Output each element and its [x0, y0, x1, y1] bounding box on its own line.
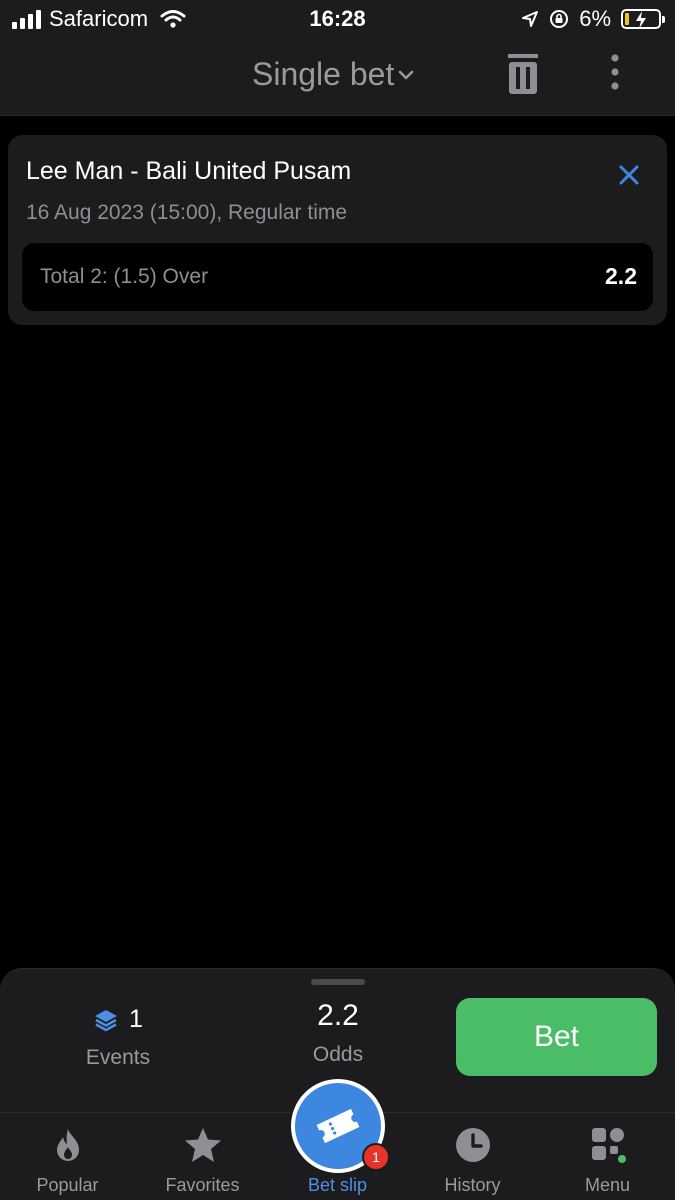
- carrier-name: Safaricom: [49, 6, 149, 31]
- star-icon: [184, 1128, 221, 1162]
- bet-type-selector[interactable]: Single bet: [252, 56, 414, 93]
- total-odds-value: 2.2: [317, 999, 359, 1032]
- tab-label: History: [444, 1175, 501, 1195]
- bottom-tab-bar: Popular Favorites Bet slip 1 History Men…: [0, 1079, 675, 1200]
- status-right: 6%: [521, 6, 665, 32]
- notification-dot: [616, 1153, 628, 1165]
- tab-menu[interactable]: Menu: [540, 1113, 675, 1200]
- tab-label: Bet slip: [307, 1175, 368, 1195]
- odds-label: Odds: [312, 1043, 364, 1066]
- battery-fill: [625, 13, 629, 25]
- battery-icon: [621, 9, 665, 29]
- battery-percent: 6%: [579, 6, 611, 31]
- fire-icon: [56, 1129, 79, 1161]
- rotation-lock-icon: [550, 10, 569, 28]
- chevron-down-icon: [399, 70, 414, 79]
- drag-handle[interactable]: [311, 979, 365, 985]
- charging-bolt-icon: [636, 11, 646, 29]
- layers-icon: [95, 1009, 118, 1031]
- market-name: Total 2: (1.5) Over: [40, 265, 209, 288]
- status-left: Safaricom: [12, 6, 186, 32]
- location-arrow-icon: [522, 11, 539, 27]
- clear-slip-button[interactable]: [508, 54, 548, 100]
- match-meta: 16 Aug 2023 (15:00), Regular time: [26, 201, 348, 224]
- status-bar: Safaricom 16:28 6%: [0, 0, 675, 40]
- events-summary: 1 Events: [40, 1005, 196, 1070]
- signal-icon: [12, 9, 41, 29]
- place-bet-button[interactable]: Bet: [456, 998, 657, 1076]
- close-icon: [619, 165, 639, 185]
- clock-icon: [455, 1128, 490, 1162]
- bet-card: Lee Man - Bali United Pusam 16 Aug 2023 …: [8, 135, 667, 325]
- tab-label: Popular: [36, 1175, 99, 1195]
- odds-summary: 2.2 Odds: [262, 999, 414, 1067]
- tab-popular[interactable]: Popular: [0, 1113, 135, 1200]
- more-options-button[interactable]: [610, 54, 638, 100]
- market-row: Total 2: (1.5) Over 2.2: [22, 243, 653, 311]
- more-vertical-icon: [611, 54, 619, 90]
- events-count: 1: [129, 1005, 143, 1033]
- tab-label: Favorites: [165, 1175, 240, 1195]
- tab-label: Menu: [584, 1175, 631, 1195]
- tab-history[interactable]: History: [405, 1113, 540, 1200]
- wifi-icon: [160, 10, 186, 28]
- events-label: Events: [85, 1046, 151, 1069]
- tab-favorites[interactable]: Favorites: [135, 1113, 270, 1200]
- header-title: Single bet: [252, 56, 395, 92]
- trash-icon: [508, 54, 538, 94]
- ticket-icon: [316, 1108, 360, 1144]
- remove-bet-button[interactable]: [617, 163, 641, 187]
- app-header: Single bet: [0, 40, 675, 116]
- bet-slip-count-badge: 1: [362, 1143, 390, 1171]
- match-title: Lee Man - Bali United Pusam: [26, 157, 352, 185]
- market-odds: 2.2: [605, 263, 637, 289]
